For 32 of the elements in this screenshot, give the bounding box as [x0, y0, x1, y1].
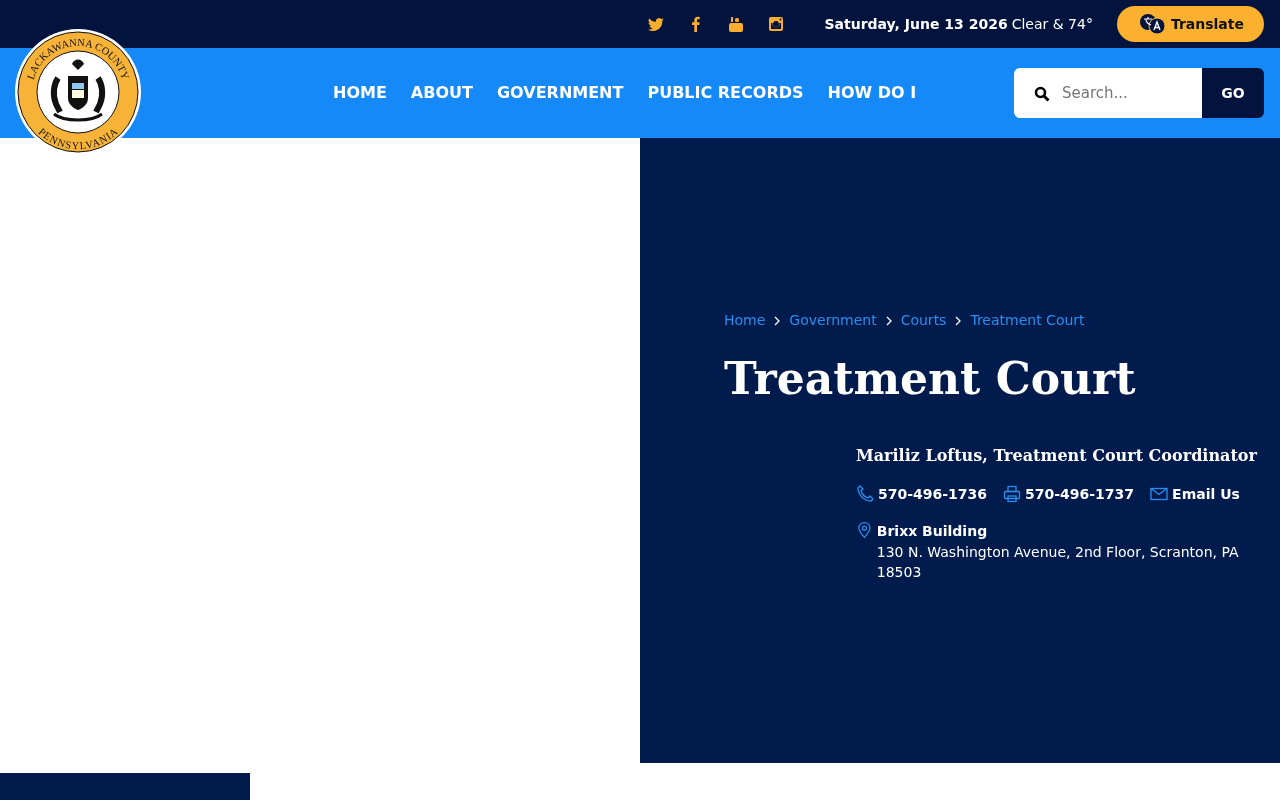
weather-text: Clear & 74°	[1011, 14, 1093, 34]
video-icon[interactable]	[728, 16, 745, 32]
date-text: Saturday, June 13 2026	[824, 14, 1008, 34]
breadcrumb-link[interactable]: Courts	[900, 310, 947, 331]
translate-icon	[1138, 13, 1167, 35]
contact-name: Mariliz Loftus, Treatment Court Coordinator	[856, 444, 1258, 467]
page-title: Treatment Court	[724, 353, 1137, 406]
email-link[interactable]: Email Us	[1172, 483, 1240, 505]
twitter-icon[interactable]	[648, 16, 665, 32]
chevron-icon	[884, 315, 893, 326]
nav-link[interactable]: GOVERNMENT	[496, 81, 624, 105]
address-text: 130 N. Washington Avenue, 2nd Floor, Scranton, PA 18503	[876, 542, 1240, 582]
go-button[interactable]: GO	[1202, 68, 1264, 118]
breadcrumb-link[interactable]: Treatment Court	[970, 310, 1085, 331]
nav-link[interactable]: HOME	[333, 81, 387, 105]
building-name: Brixx Building	[876, 521, 989, 541]
fax-link[interactable]: 570-496-1737	[1025, 483, 1135, 505]
breadcrumb-link[interactable]: Government	[789, 310, 877, 331]
fax-icon	[1003, 485, 1022, 504]
breadcrumb-link[interactable]: Home	[724, 310, 766, 331]
translate-button[interactable]: Translate	[1116, 6, 1264, 42]
map-pin-icon	[856, 520, 873, 539]
chevron-icon	[773, 315, 782, 326]
nav-link[interactable]: HOW DO I	[827, 81, 917, 105]
nav-link[interactable]: ABOUT	[410, 81, 473, 105]
phone-link[interactable]: 570-496-1736	[878, 483, 988, 505]
phone-icon	[856, 485, 874, 504]
chevron-icon	[954, 315, 963, 326]
nav-link[interactable]: PUBLIC RECORDS	[647, 81, 804, 105]
search-icon	[1034, 86, 1050, 102]
search-field[interactable]: Search...	[1014, 68, 1202, 118]
camera-icon[interactable]	[768, 16, 785, 32]
